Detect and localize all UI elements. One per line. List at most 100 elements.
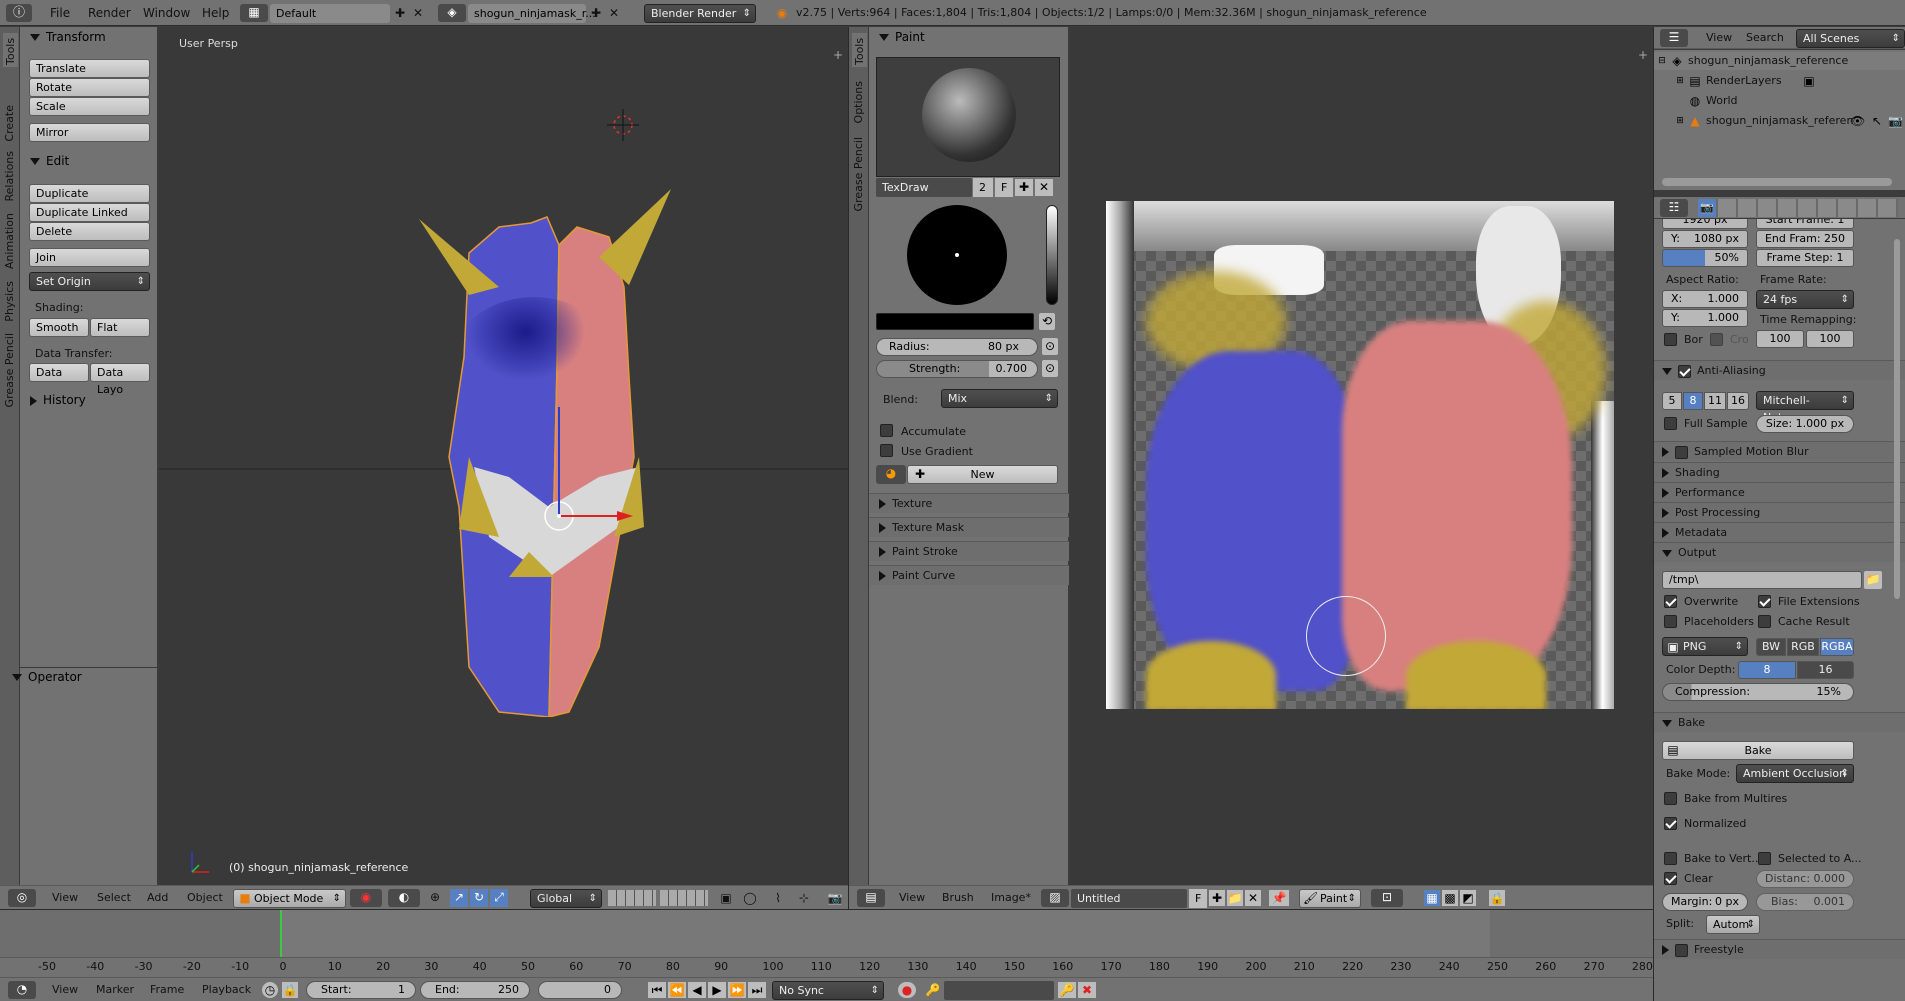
image-editor-canvas[interactable]: + — [1070, 27, 1653, 885]
outliner-menu-search[interactable]: Search — [1746, 29, 1784, 47]
shading-header[interactable]: Shading — [1654, 462, 1905, 482]
brush-users-field[interactable]: 2 — [973, 178, 993, 197]
tab-animation[interactable]: Animation — [3, 213, 16, 269]
translate-manipulator-icon[interactable]: ↗ — [450, 889, 468, 907]
data-button[interactable]: Data — [29, 363, 89, 382]
end-frame-input[interactable]: End: 250 — [420, 981, 530, 999]
image-fake-user-button[interactable]: F — [1189, 889, 1207, 908]
image-menu-view[interactable]: View — [899, 889, 925, 907]
anti-aliasing-header[interactable]: Anti-Aliasing — [1654, 360, 1905, 380]
tab-paint-grease-pencil[interactable]: Grease Pencil — [852, 137, 865, 211]
current-frame-input[interactable]: 0 — [538, 981, 622, 999]
area-divider-v1[interactable] — [848, 27, 849, 909]
bake-header[interactable]: Bake — [1654, 712, 1905, 732]
outliner-row-object[interactable]: ⊞ ▲ shogun_ninjamask_referen 👁 ↖ 📷 — [1654, 112, 1905, 130]
color-mode-rgba[interactable]: RGBA — [1820, 638, 1854, 656]
manipulator-icon[interactable]: ⊕ — [426, 889, 444, 907]
strength-field[interactable]: Strength: 0.700 — [876, 360, 1038, 378]
aa-filter-select[interactable]: Mitchell-Netrav... — [1756, 391, 1854, 424]
radius-pressure-icon[interactable]: ⊙ — [1042, 338, 1058, 355]
layout-select[interactable]: Default — [270, 4, 390, 23]
render-engine-select[interactable]: Blender Render — [644, 4, 756, 23]
scene-select[interactable]: shogun_ninjamask_r... — [468, 4, 596, 23]
edit-panel-header[interactable]: Edit — [30, 151, 69, 171]
clear-checkbox[interactable] — [1664, 872, 1677, 885]
lock-icon[interactable]: 🔒 — [1489, 890, 1505, 906]
outliner-row-scene[interactable]: ⊟ ◈ shogun_ninjamask_reference — [1654, 52, 1905, 70]
overwrite-checkbox[interactable] — [1664, 595, 1677, 608]
info-editor-icon[interactable]: ⓘ — [6, 4, 32, 22]
distance-field[interactable]: Distanc: 0.000 — [1756, 870, 1854, 888]
performance-header[interactable]: Performance — [1654, 482, 1905, 502]
compression-field[interactable]: Compression: 15% — [1662, 683, 1854, 701]
bake-button[interactable]: Bake — [1662, 741, 1854, 760]
outliner-row-world[interactable]: ◍ World — [1654, 92, 1905, 110]
pivot-icon[interactable]: ◐ — [388, 889, 420, 907]
outliner-filter-select[interactable]: All Scenes — [1796, 29, 1905, 48]
post-processing-header[interactable]: Post Processing — [1654, 502, 1905, 522]
add-brush-icon[interactable]: ✚ — [1015, 179, 1033, 196]
mirror-button[interactable]: Mirror — [29, 123, 150, 142]
image-menu-brush[interactable]: Brush — [942, 889, 974, 907]
border-checkbox[interactable] — [1664, 333, 1677, 346]
preview-range-icon[interactable]: ◷ — [262, 982, 278, 998]
image-editor-type-icon[interactable]: ▤ — [857, 889, 885, 907]
aa-samples-5[interactable]: 5 — [1662, 392, 1682, 410]
color-wheel[interactable] — [907, 205, 1007, 305]
layout-icon[interactable]: ▦ — [240, 4, 268, 22]
strength-pressure-icon[interactable]: ⊙ — [1042, 360, 1058, 377]
new-palette-button[interactable]: New — [907, 465, 1058, 484]
open-image-icon[interactable]: 📁 — [1227, 890, 1243, 906]
viewport-expand-icon[interactable]: + — [831, 47, 845, 63]
play-reverse-icon[interactable]: ◀ — [688, 982, 706, 998]
radius-field[interactable]: Radius: 80 px — [876, 338, 1038, 356]
motion-blur-checkbox[interactable] — [1675, 445, 1688, 459]
metadata-header[interactable]: Metadata — [1654, 522, 1905, 542]
tab-relations[interactable]: Relations — [3, 151, 16, 202]
value-slider[interactable] — [1046, 205, 1058, 305]
render-tab-icon[interactable]: 📷 — [1698, 199, 1716, 217]
placeholders-checkbox[interactable] — [1664, 615, 1677, 628]
current-frame-line[interactable] — [280, 910, 282, 957]
delete-keyframe-icon[interactable]: ✖ — [1078, 982, 1096, 998]
remap-old-field[interactable]: 100 — [1756, 330, 1804, 348]
remap-new-field[interactable]: 100 — [1806, 330, 1854, 348]
shading-mode-icon[interactable]: ◉ — [350, 889, 382, 907]
jump-end-icon[interactable]: ⏭ — [748, 982, 766, 998]
frame-rate-select[interactable]: 24 fps — [1756, 290, 1854, 309]
texture-panel-header[interactable]: Texture — [869, 493, 1069, 513]
area-divider-v2[interactable] — [1653, 27, 1654, 1001]
remove-scene-icon[interactable]: ✕ — [606, 5, 622, 21]
margin-field[interactable]: Margin: 0 px — [1662, 893, 1748, 911]
normalized-checkbox[interactable] — [1664, 817, 1677, 830]
full-sample-checkbox[interactable] — [1664, 417, 1677, 430]
bake-from-multires-checkbox[interactable] — [1664, 792, 1677, 805]
output-path-field[interactable]: /tmp\ — [1662, 571, 1862, 589]
swap-colors-icon[interactable]: ⟲ — [1039, 313, 1055, 330]
rotate-button[interactable]: Rotate — [29, 78, 150, 97]
channel-alpha-icon[interactable]: ▩ — [1442, 890, 1458, 906]
remove-brush-icon[interactable]: ✕ — [1035, 179, 1053, 196]
tab-options[interactable]: Options — [852, 81, 865, 123]
scene-icon[interactable]: ◈ — [438, 4, 466, 22]
image-menu-image[interactable]: Image* — [991, 889, 1031, 907]
selected-to-active-checkbox[interactable] — [1758, 852, 1771, 865]
bias-field[interactable]: Bias: 0.001 — [1756, 893, 1854, 911]
menu-add[interactable]: Add — [147, 889, 168, 907]
play-icon[interactable]: ▶ — [708, 982, 726, 998]
outliner-type-icon[interactable]: ☰ — [1660, 29, 1688, 47]
resolution-y-field[interactable]: Y: 1080 px — [1662, 230, 1748, 248]
transform-panel-header[interactable]: Transform — [30, 27, 106, 47]
menu-view[interactable]: View — [52, 889, 78, 907]
scale-button[interactable]: Scale — [29, 97, 150, 116]
split-select[interactable]: Autom — [1706, 915, 1760, 934]
resolution-x-field[interactable]: 1920 px — [1662, 219, 1748, 229]
output-folder-icon[interactable]: 📁 — [1864, 571, 1882, 589]
data-layout-button[interactable]: Data Layo — [90, 363, 150, 396]
output-header[interactable]: Output — [1654, 542, 1905, 562]
pivot-image-icon[interactable]: ⊡ — [1371, 889, 1403, 907]
selectability-cursor-icon[interactable]: ↖ — [1870, 113, 1884, 129]
jump-keyframe-forward-icon[interactable]: ⏩ — [728, 982, 746, 998]
timeline-menu-frame[interactable]: Frame — [150, 981, 184, 999]
properties-scrollbar[interactable] — [1894, 239, 1900, 599]
